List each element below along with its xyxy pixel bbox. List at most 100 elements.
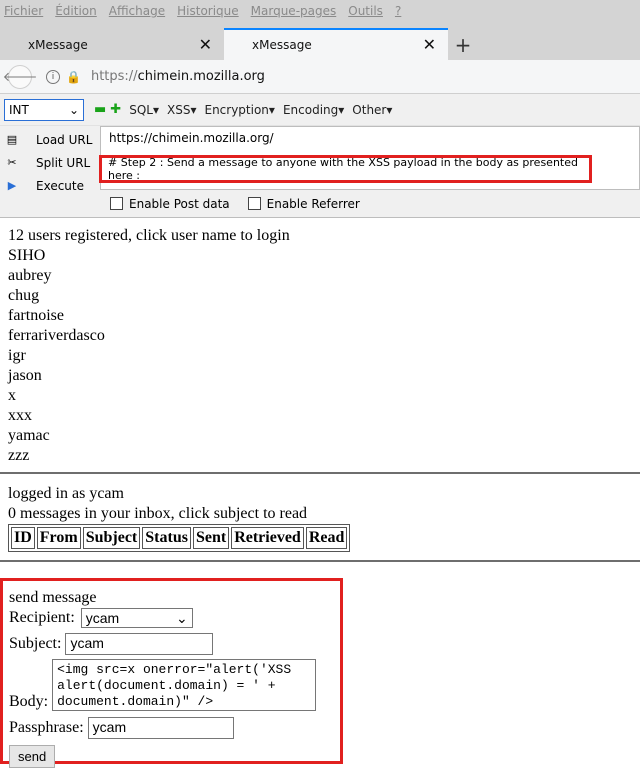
hackbar-panel: ▤ Load URL ✂ Split URL ▶ Execute https:/… — [0, 126, 640, 193]
recipient-label: Recipient: — [9, 609, 75, 626]
table-header-row: ID From Subject Status Sent Retrieved Re… — [11, 527, 348, 549]
user-link[interactable]: zzz — [8, 446, 640, 466]
user-link[interactable]: ferrariverdasco — [8, 326, 640, 346]
enable-post-data-label: Enable Post data — [129, 196, 230, 211]
navigation-bar: 🡐 i 🔒 https://chimein.mozilla.org — [0, 60, 640, 94]
address-bar[interactable]: https://chimein.mozilla.org — [91, 69, 265, 84]
checkbox-box[interactable] — [110, 197, 123, 210]
menu-sql[interactable]: SQL▾ — [129, 103, 159, 117]
enable-referrer-label: Enable Referrer — [266, 196, 360, 211]
annotation-box-step2: # Step 2 : Send a message to anyone with… — [99, 155, 592, 183]
passphrase-input[interactable]: ycam — [87, 717, 234, 739]
plus-icon[interactable]: ✚ — [110, 102, 121, 117]
tab-label: xMessage — [252, 38, 312, 52]
inbox-table: ID From Subject Status Sent Retrieved Re… — [8, 524, 351, 552]
menu-encoding-label: Encoding — [282, 102, 339, 117]
user-link[interactable]: xxx — [8, 406, 640, 426]
plus-icon: + — [454, 33, 472, 57]
enable-referrer-checkbox[interactable]: Enable Referrer — [247, 196, 360, 211]
menu-sql-label: SQL — [129, 102, 153, 117]
page-content: 12 users registered, click user name to … — [0, 218, 640, 466]
close-icon[interactable]: ✕ — [423, 37, 436, 53]
user-link[interactable]: aubrey — [8, 266, 640, 286]
body-value: <img src=x onerror="alert('XSS alert(doc… — [57, 662, 292, 709]
column-header: ID — [11, 527, 35, 549]
tab-bar: xMessage ✕ xMessage ✕ + — [0, 22, 640, 60]
execute-label: Execute — [36, 178, 84, 193]
subject-value: ycam — [70, 635, 104, 651]
user-link[interactable]: SIHO — [8, 246, 640, 266]
users-header: 12 users registered, click user name to … — [8, 227, 290, 244]
menu-item-affichage[interactable]: Affichage — [109, 4, 165, 18]
user-link[interactable]: fartnoise — [8, 306, 640, 326]
recipient-value: ycam — [85, 610, 120, 626]
chevron-down-icon: ⌄ — [68, 102, 79, 117]
passphrase-label: Passphrase: — [9, 719, 84, 736]
body-label: Body: — [9, 693, 49, 710]
hackbar-select-value: INT — [9, 102, 29, 117]
load-url-icon: ▤ — [6, 133, 18, 146]
load-url-button[interactable]: ▤ Load URL — [0, 128, 100, 151]
column-header: Retrieved — [231, 527, 304, 549]
lock-icon[interactable]: 🔒 — [66, 70, 81, 84]
checkbox-box[interactable] — [247, 197, 261, 210]
subject-input[interactable]: ycam — [65, 633, 214, 655]
user-link[interactable]: igr — [8, 346, 640, 366]
menu-encryption-label: Encryption — [204, 102, 269, 117]
tab-xmessage-1[interactable]: xMessage ✕ — [0, 30, 224, 60]
column-header: Sent — [192, 527, 230, 549]
hackbar-toolbar: INT ⌄ ▬ ✚ SQL▾ XSS▾ Encryption▾ Encoding… — [0, 94, 640, 126]
menu-other-label: Other — [352, 102, 387, 117]
minus-icon[interactable]: ▬ — [94, 102, 106, 117]
back-button[interactable]: 🡐 — [3, 64, 37, 89]
send-button[interactable]: send — [9, 745, 56, 768]
menu-item-historique[interactable]: Historique — [177, 4, 239, 18]
column-header: Read — [305, 527, 348, 549]
load-url-label: Load URL — [36, 132, 93, 147]
menu-encoding[interactable]: Encoding▾ — [283, 103, 344, 117]
menu-item-edition[interactable]: Édition — [55, 4, 97, 18]
menu-item-outils[interactable]: Outils — [348, 4, 383, 18]
user-link[interactable]: jason — [8, 366, 640, 386]
menu-encryption[interactable]: Encryption▾ — [204, 103, 274, 117]
hackbar-actions: ▤ Load URL ✂ Split URL ▶ Execute — [0, 126, 100, 193]
recipient-select[interactable]: ycam ⌄ — [80, 608, 193, 628]
user-link[interactable]: x — [8, 386, 640, 406]
subject-label: Subject: — [9, 635, 62, 652]
menu-xss[interactable]: XSS▾ — [167, 103, 197, 117]
send-title: send message — [9, 589, 97, 606]
url-prefix: https:// — [90, 69, 138, 84]
menu-item-help[interactable]: ? — [395, 4, 401, 18]
menu-item-fichier[interactable]: Fichier — [4, 4, 43, 18]
divider — [0, 560, 640, 562]
execute-button[interactable]: ▶ Execute — [0, 174, 100, 197]
hackbar-select[interactable]: INT ⌄ — [4, 98, 84, 121]
column-header: Status — [142, 527, 191, 549]
hackbar-url-text: https://chimein.mozilla.org/ — [109, 131, 274, 145]
inbox-section: logged in as ycam 0 messages in your inb… — [0, 484, 640, 552]
user-link[interactable]: yamac — [8, 426, 640, 446]
divider — [0, 472, 640, 474]
menu-other[interactable]: Other▾ — [352, 103, 392, 117]
column-header: From — [36, 527, 81, 549]
send-message-form: send message Recipient: ycam ⌄ Subject: … — [0, 578, 343, 768]
menu-bar: Fichier Édition Affichage Historique Mar… — [0, 0, 640, 22]
logged-in-text: logged in as ycam — [8, 485, 124, 502]
tab-xmessage-2[interactable]: xMessage ✕ — [224, 28, 448, 60]
menu-item-marque-pages[interactable]: Marque-pages — [251, 4, 337, 18]
scissors-icon: ✂ — [7, 156, 17, 169]
user-link[interactable]: chug — [8, 286, 640, 306]
url-host: chimein.mozilla.org — [137, 69, 265, 84]
menu-xss-label: XSS — [166, 102, 191, 117]
column-header: Subject — [82, 527, 141, 549]
info-icon[interactable]: i — [46, 69, 60, 84]
split-url-button[interactable]: ✂ Split URL — [0, 151, 100, 174]
enable-post-data-checkbox[interactable]: Enable Post data — [110, 197, 230, 211]
hackbar-url-textarea[interactable]: https://chimein.mozilla.org/ # Step 2 : … — [99, 126, 640, 190]
close-icon[interactable]: ✕ — [199, 37, 212, 53]
inbox-summary: 0 messages in your inbox, click subject … — [8, 505, 308, 522]
new-tab-button[interactable]: + — [448, 30, 478, 60]
body-textarea[interactable]: <img src=x onerror="alert('XSS alert(doc… — [52, 659, 317, 711]
step2-note: # Step 2 : Send a message to anyone with… — [108, 156, 578, 182]
arrow-left-icon: 🡐 — [2, 69, 38, 85]
